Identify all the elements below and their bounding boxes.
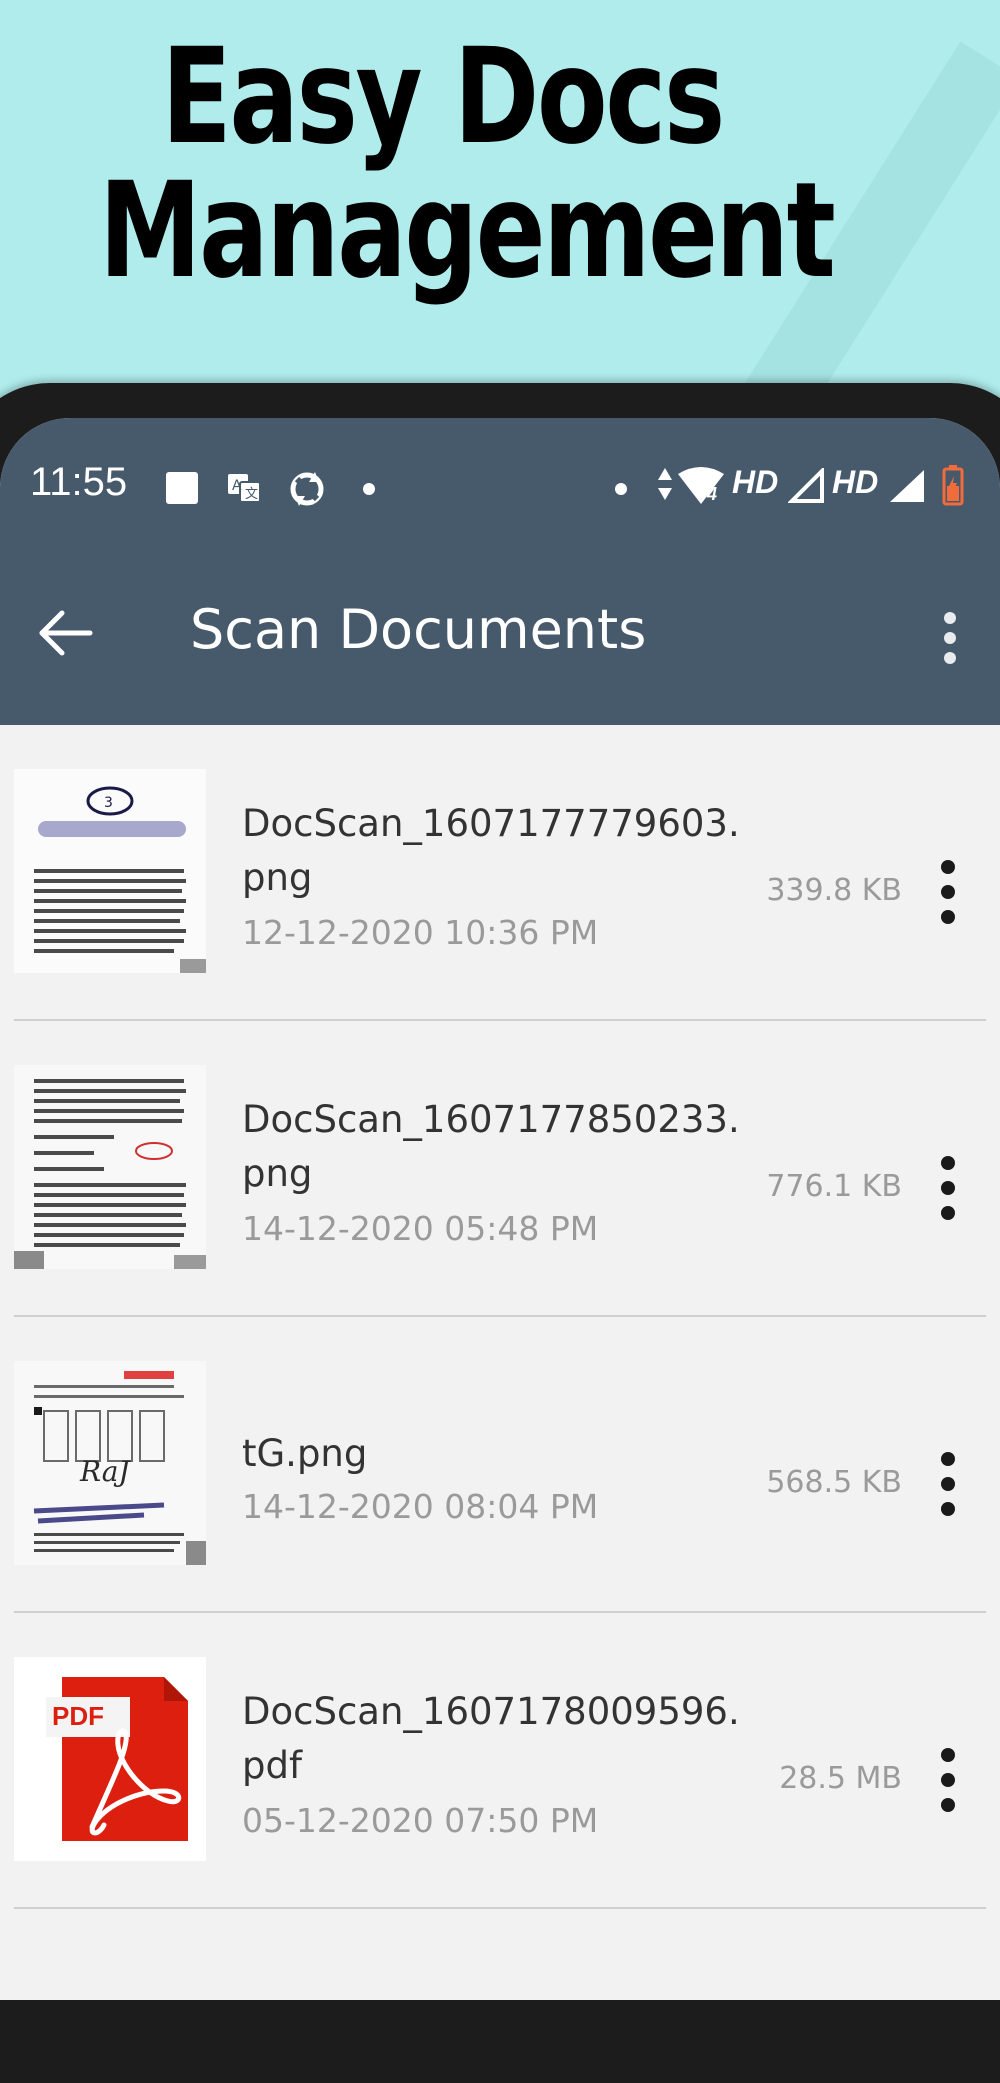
scan-page-icon: 3 [14, 769, 206, 973]
document-date: 05-12-2020 07:50 PM [242, 1801, 599, 1840]
item-menu-button[interactable] [928, 1153, 968, 1223]
toolbar: Scan Documents [0, 568, 1000, 698]
arrow-left-icon [39, 610, 93, 656]
more-vert-icon [944, 612, 956, 664]
translate-icon: A 文 [228, 474, 261, 503]
more-vert-icon [941, 1748, 955, 1812]
list-item[interactable]: RaJ tG.png 14-12-2020 08:04 PM 568.5 KB [14, 1317, 986, 1613]
document-date: 14-12-2020 08:04 PM [242, 1487, 599, 1526]
svg-text:A: A [232, 478, 242, 494]
document-date: 14-12-2020 05:48 PM [242, 1209, 599, 1248]
promo-title-line-2: Management [99, 154, 836, 308]
toolbar-title: Scan Documents [190, 598, 647, 661]
document-size: 28.5 MB [779, 1761, 902, 1796]
signal-full-icon [890, 470, 924, 502]
document-list: 3 DocScan_1607177779603.png 12-12-2020 1… [0, 725, 1000, 1909]
app-header: 11:55 A 文 4 HD HD Scan Documents [0, 418, 1000, 725]
battery-icon [942, 465, 964, 506]
wifi-badge: 4 [707, 484, 718, 504]
overflow-menu-button[interactable] [930, 608, 970, 668]
wifi-icon [678, 467, 724, 504]
status-dot-icon [615, 483, 627, 495]
data-arrows-icon [658, 468, 672, 500]
signal-outline-icon [788, 468, 824, 503]
status-bar: 11:55 A 文 4 HD HD [0, 438, 1000, 538]
network-label-1: HD [732, 464, 779, 500]
document-name: DocScan_1607178009596.pdf [242, 1690, 740, 1787]
list-item[interactable]: DocScan_1607177850233.png 14-12-2020 05:… [14, 1021, 986, 1317]
document-name: DocScan_1607177779603.png [242, 802, 740, 899]
more-vert-icon [941, 860, 955, 924]
scan-page-icon: RaJ [14, 1361, 206, 1565]
more-vert-icon [941, 1452, 955, 1516]
status-time: 11:55 [30, 460, 128, 504]
more-vert-icon [941, 1156, 955, 1220]
document-name: DocScan_1607177850233.png [242, 1098, 740, 1195]
promo-heading: Easy Docs Management [99, 20, 836, 308]
document-date: 12-12-2020 10:36 PM [242, 913, 599, 952]
phone-screen: 11:55 A 文 4 HD HD Scan Documents 3 DocSc… [0, 418, 1000, 2000]
document-size: 776.1 KB [766, 1169, 902, 1204]
network-label-2: HD [832, 464, 879, 500]
pdf-thumbnail: PDF [14, 1657, 206, 1861]
svg-text:3: 3 [104, 795, 113, 811]
sync-icon [290, 472, 324, 506]
document-size: 568.5 KB [766, 1465, 902, 1500]
item-menu-button[interactable] [928, 857, 968, 927]
item-menu-button[interactable] [928, 1745, 968, 1815]
back-button[interactable] [30, 603, 100, 663]
notification-dot-icon [363, 483, 375, 495]
pdf-file-icon [14, 1657, 206, 1861]
promo-title-line-1: Easy Docs [161, 20, 725, 174]
svg-text:文: 文 [245, 487, 258, 502]
document-name: tG.png [242, 1432, 368, 1475]
notification-square-icon [166, 472, 198, 504]
document-size: 339.8 KB [766, 873, 902, 908]
list-item[interactable]: 3 DocScan_1607177779603.png 12-12-2020 1… [14, 725, 986, 1021]
list-item[interactable]: PDF DocScan_1607178009596.pdf 05-12-2020… [14, 1613, 986, 1909]
pdf-label: PDF [52, 1701, 104, 1731]
svg-text:RaJ: RaJ [79, 1455, 131, 1488]
scan-page-icon [14, 1065, 206, 1269]
item-menu-button[interactable] [928, 1449, 968, 1519]
